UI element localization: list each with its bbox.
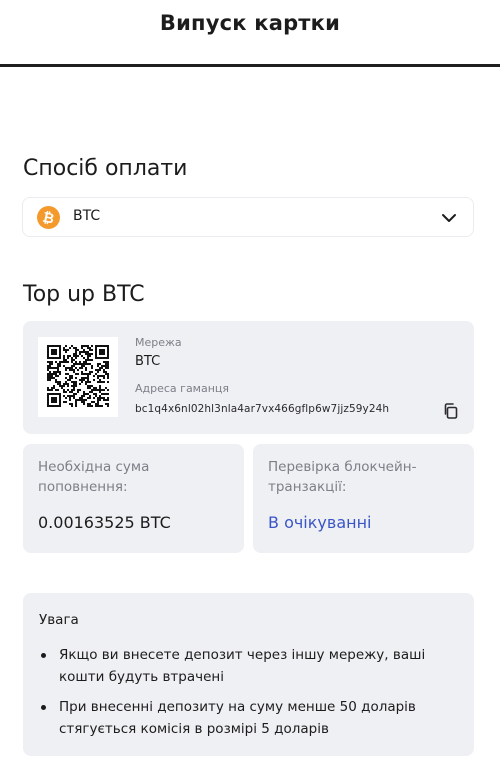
payment-method-select[interactable]: ₿ BTC [22,197,474,237]
warning-item: При внесенні депозиту на суму менше 50 д… [39,696,459,740]
bullet-icon [41,653,46,658]
amount-label: Необхідна сума поповнення: [38,459,150,495]
warning-list: Якщо ви внесете депозит через іншу мереж… [39,644,459,748]
amount-value: 0.00163525 BTC [38,513,171,532]
bullet-icon [41,705,46,710]
bitcoin-icon: ₿ [37,206,60,229]
chevron-down-icon[interactable] [441,210,457,226]
wallet-address[interactable]: bc1q4x6nl02hl3nla4ar7vx466gflp6w7jjz59y2… [135,403,389,415]
verification-card: Перевірка блокчейн-транзакції: В очікува… [253,444,474,553]
network-value: BTC [135,354,161,369]
warning-card: Увага Якщо ви внесете депозит через іншу… [23,593,474,756]
amount-card: Необхідна сума поповнення: 0.00163525 BT… [23,444,244,553]
topup-title: Top up BTC [23,282,145,307]
warning-item: Якщо ви внесете депозит через іншу мереж… [39,644,459,688]
verification-status: В очікуванні [268,513,372,532]
verification-label: Перевірка блокчейн-транзакції: [268,459,417,495]
payment-method-value: BTC [73,208,101,224]
svg-text:₿: ₿ [41,209,55,227]
network-label: Мережа [135,336,182,349]
copy-icon[interactable] [443,403,458,419]
page-title: Випуск картки [159,11,341,35]
address-card: Мережа BTC Адреса гаманця bc1q4x6nl02hl3… [23,321,474,434]
warning-item-text: При внесенні депозиту на суму менше 50 д… [59,699,416,737]
payment-method-title: Спосіб оплати [23,156,188,181]
warning-title: Увага [39,612,79,628]
header: Випуск картки [0,0,500,67]
warning-item-text: Якщо ви внесете депозит через іншу мереж… [59,647,426,685]
address-label: Адреса гаманця [135,382,230,395]
qr-code [38,337,118,417]
